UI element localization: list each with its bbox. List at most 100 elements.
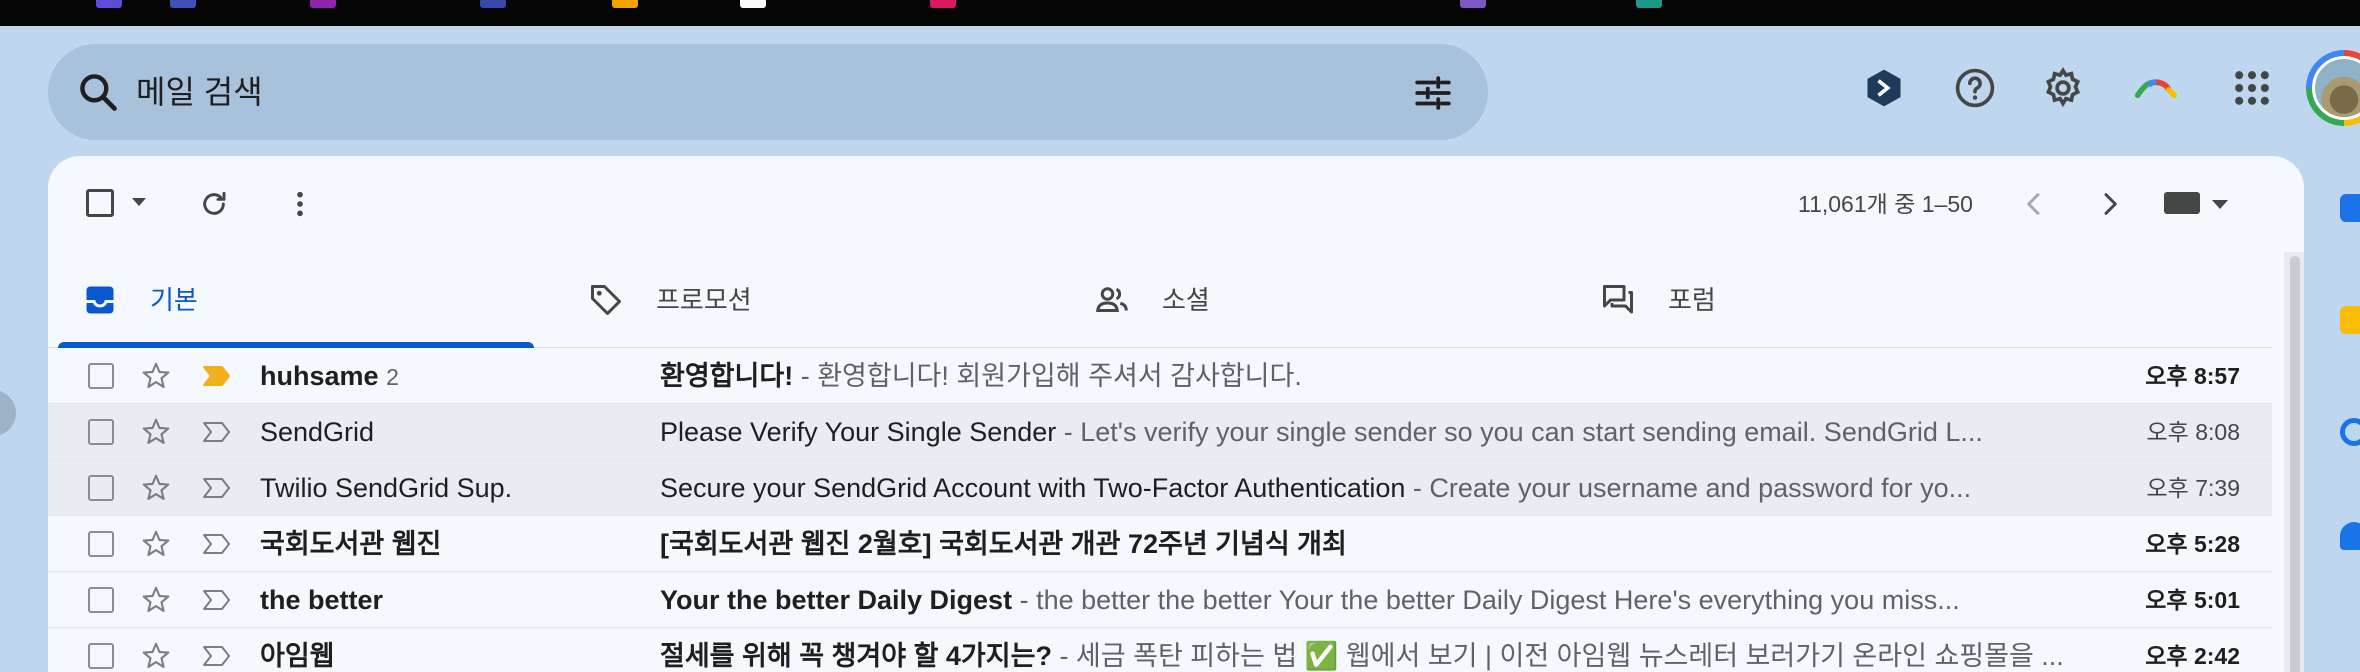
email-row[interactable]: Twilio SendGrid Sup. Secure your SendGri… <box>48 460 2272 516</box>
row-checkbox[interactable] <box>88 643 114 669</box>
email-snippet: - the better the better Your the better … <box>1012 585 1960 615</box>
row-checkbox[interactable] <box>88 419 114 445</box>
settings-gear-icon[interactable] <box>2041 66 2085 110</box>
people-icon <box>1096 287 1128 312</box>
refresh-icon[interactable] <box>198 188 230 220</box>
scrollbar-thumb[interactable] <box>2290 256 2300 672</box>
email-row[interactable]: 아임웹 절세를 위해 꼭 챙겨야 할 4가지는? - 세금 폭탄 피하는 법 ✅… <box>48 628 2272 672</box>
sender-name: the better <box>260 585 384 615</box>
email-row[interactable]: huhsame 2 환영합니다! - 환영합니다! 회원가입해 주셔서 감사합니다… <box>48 348 2272 404</box>
tab-promotions[interactable]: 프로모션 <box>554 252 1060 348</box>
email-content: 환영합니다! - 환영합니다! 회원가입해 주셔서 감사합니다. <box>660 348 2100 404</box>
gemini-app-icon[interactable] <box>1862 66 1906 110</box>
star-icon[interactable] <box>140 472 172 504</box>
tasks-icon[interactable] <box>2340 418 2360 446</box>
calendar-icon[interactable] <box>2340 194 2360 222</box>
email-sender: Twilio SendGrid Sup. <box>260 460 620 517</box>
account-avatar[interactable] <box>2306 50 2360 126</box>
email-content: [국회도서관 웹진 2월호] 국회도서관 개관 72주년 기념식 개최 <box>660 516 2100 572</box>
sidebar-toggle-handle[interactable] <box>0 390 16 436</box>
previous-page-icon[interactable] <box>2018 188 2050 220</box>
input-tools-keyboard-icon[interactable] <box>2164 192 2200 214</box>
email-sender: 아임웹 <box>260 628 620 672</box>
email-time: 오후 8:57 <box>2145 363 2240 389</box>
tab-primary[interactable]: 기본 <box>48 252 554 348</box>
list-toolbar: 11,061개 중 1–50 <box>48 156 2304 252</box>
pagination-count: 11,061개 중 1–50 <box>1798 191 1973 217</box>
email-subject: [국회도서관 웹진 2월호] 국회도서관 개관 72주년 기념식 개최 <box>660 529 1347 559</box>
bookmark-favicon[interactable] <box>1460 0 1486 8</box>
email-sender: the better <box>260 572 620 629</box>
sender-name: 아임웹 <box>260 641 335 671</box>
contacts-icon[interactable] <box>2340 522 2360 550</box>
bookmark-favicon[interactable] <box>310 0 336 8</box>
tab-forums[interactable]: 포럼 <box>1566 252 2072 348</box>
search-filter-icon[interactable] <box>1412 72 1454 114</box>
email-time: 오후 2:42 <box>2145 643 2240 669</box>
important-marker-icon[interactable] <box>202 532 232 556</box>
important-marker-icon[interactable] <box>202 420 232 444</box>
mail-list-panel: 11,061개 중 1–50 기본 프로모션 소셜 포럼 huhsame 2 환… <box>48 156 2304 672</box>
bookmark-favicon[interactable] <box>170 0 196 8</box>
sender-name: SendGrid <box>260 417 375 447</box>
avatar-photo <box>2312 56 2360 120</box>
thread-count: 2 <box>386 364 399 390</box>
side-panel-apps <box>2330 160 2360 672</box>
bookmark-favicon[interactable] <box>930 0 956 8</box>
email-content: Secure your SendGrid Account with Two-Fa… <box>660 460 2100 516</box>
tab-label: 포럼 <box>1668 285 1716 315</box>
row-checkbox[interactable] <box>88 475 114 501</box>
bookmark-favicon[interactable] <box>480 0 506 8</box>
bookmark-favicon[interactable] <box>1636 0 1662 8</box>
star-icon[interactable] <box>140 528 172 560</box>
tab-label: 프로모션 <box>656 285 752 315</box>
search-icon[interactable] <box>76 70 120 114</box>
help-icon[interactable] <box>1953 66 1997 110</box>
important-marker-icon[interactable] <box>202 364 232 388</box>
email-sender: huhsame 2 <box>260 348 620 405</box>
email-sender: 국회도서관 웹진 <box>260 516 620 573</box>
star-icon[interactable] <box>140 640 172 672</box>
tab-social[interactable]: 소셜 <box>1060 252 1566 348</box>
apps-grid-icon[interactable] <box>2230 66 2274 110</box>
email-snippet: - Create your username and password for … <box>1405 473 1972 503</box>
star-icon[interactable] <box>140 584 172 616</box>
email-snippet: - 환영합니다! 회원가입해 주셔서 감사합니다. <box>793 361 1302 391</box>
input-tools-caret-icon[interactable] <box>2212 200 2228 209</box>
important-marker-icon[interactable] <box>202 476 232 500</box>
email-content: 절세를 위해 꼭 챙겨야 할 4가지는? - 세금 폭탄 피하는 법 ✅ 웹에서… <box>660 628 2100 672</box>
star-icon[interactable] <box>140 360 172 392</box>
email-time: 오후 7:39 <box>2146 475 2240 501</box>
important-marker-icon[interactable] <box>202 644 232 668</box>
star-icon[interactable] <box>140 416 172 448</box>
more-vert-icon[interactable] <box>284 188 316 220</box>
email-sender: SendGrid <box>260 404 620 461</box>
sender-name: huhsame <box>260 361 379 391</box>
bookmark-favicon[interactable] <box>96 0 122 8</box>
email-row[interactable]: SendGrid Please Verify Your Single Sende… <box>48 404 2272 460</box>
forum-icon <box>1603 285 1633 314</box>
email-subject: 절세를 위해 꼭 챙겨야 할 4가지는? <box>660 641 1052 671</box>
email-time: 오후 8:08 <box>2146 419 2240 445</box>
bookmark-favicon[interactable] <box>740 0 766 8</box>
important-marker-icon[interactable] <box>202 588 232 612</box>
tab-label: 기본 <box>150 285 198 315</box>
email-snippet: - Let's verify your single sender so you… <box>1056 417 1983 447</box>
workspace-logo-icon[interactable] <box>2134 66 2178 110</box>
keep-icon[interactable] <box>2340 306 2360 334</box>
email-row[interactable]: the better Your the better Daily Digest … <box>48 572 2272 628</box>
next-page-icon[interactable] <box>2094 188 2126 220</box>
email-row[interactable]: 국회도서관 웹진 [국회도서관 웹진 2월호] 국회도서관 개관 72주년 기념… <box>48 516 2272 572</box>
tab-label: 소셜 <box>1162 285 1210 315</box>
select-dropdown-caret-icon[interactable] <box>132 198 146 206</box>
email-time: 오후 5:01 <box>2145 587 2240 613</box>
row-checkbox[interactable] <box>88 587 114 613</box>
row-checkbox[interactable] <box>88 531 114 557</box>
row-checkbox[interactable] <box>88 363 114 389</box>
search-bar[interactable]: 메일 검색 <box>48 44 1488 140</box>
bookmark-favicon[interactable] <box>612 0 638 8</box>
email-subject: Please Verify Your Single Sender <box>660 417 1057 447</box>
search-input[interactable]: 메일 검색 <box>136 44 263 140</box>
select-all-checkbox[interactable] <box>86 189 114 217</box>
sender-name: Twilio SendGrid Sup. <box>260 473 513 503</box>
